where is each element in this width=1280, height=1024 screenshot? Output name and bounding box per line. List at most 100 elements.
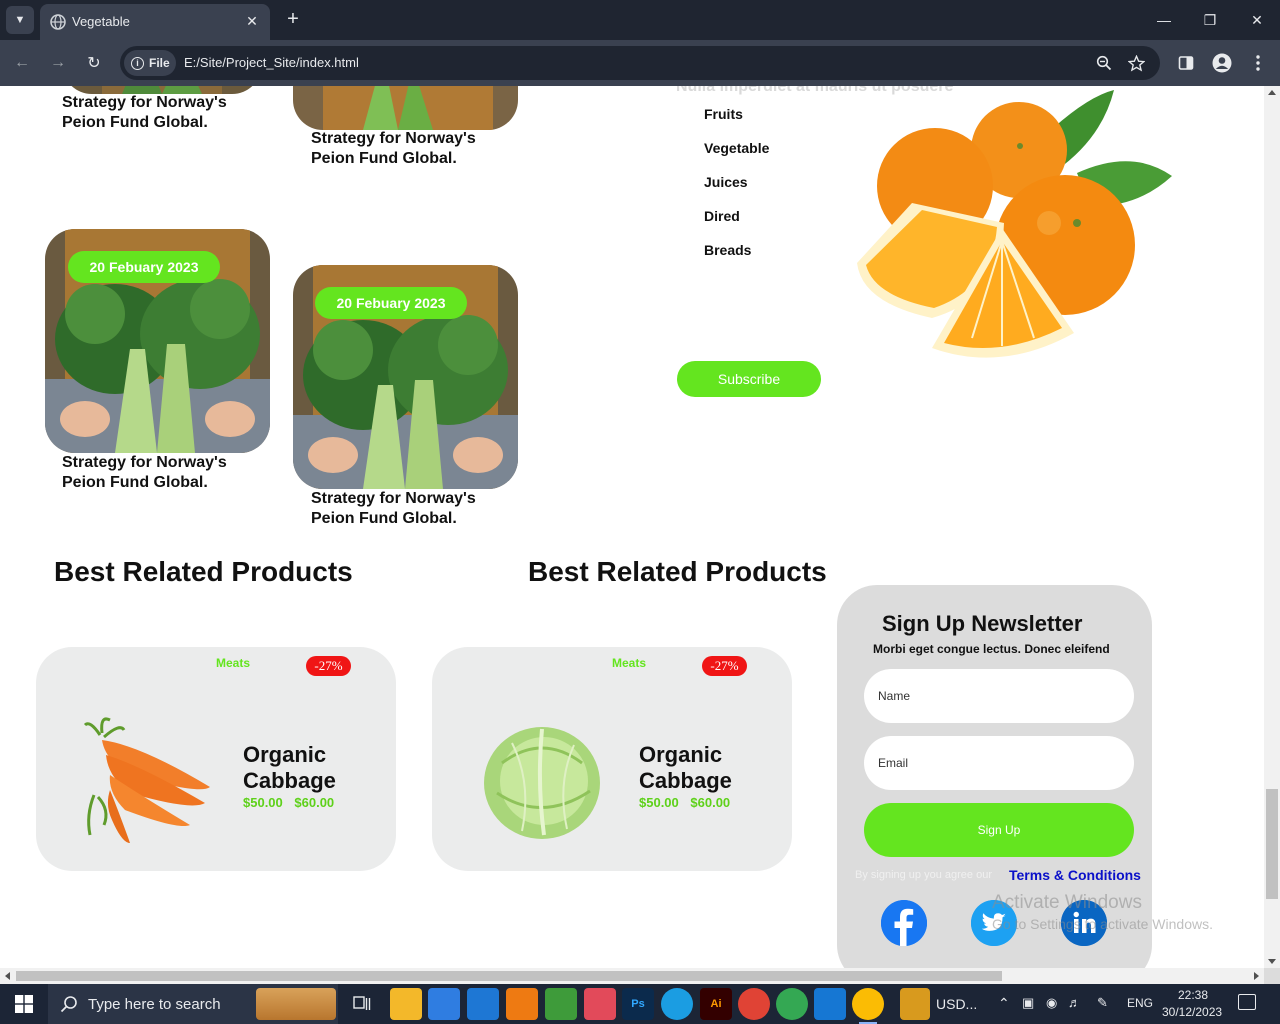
facebook-icon[interactable] (881, 900, 927, 946)
notification-icon[interactable] (1238, 994, 1256, 1010)
category-link-breads[interactable]: Breads (704, 242, 751, 258)
price-new: $50.00 (243, 795, 283, 810)
bookmark-star-icon[interactable] (1126, 53, 1146, 73)
section-title: Best Related Products (54, 556, 353, 587)
clock-time[interactable]: 22:38 (1178, 988, 1208, 1002)
agree-text: By signing up you agree our (855, 869, 992, 881)
vertical-scroll-thumb[interactable] (1266, 789, 1278, 899)
meet-icon[interactable]: ▣ (1022, 995, 1034, 1011)
paint-icon[interactable] (584, 988, 616, 1020)
product-name[interactable]: Organic Cabbage (243, 742, 383, 794)
reload-icon: ↻ (87, 55, 101, 72)
site-chip-label: File (149, 56, 170, 70)
weather-text[interactable]: USD... (936, 996, 977, 1012)
edge-icon[interactable] (661, 988, 693, 1020)
subscribe-button[interactable]: Subscribe (677, 361, 821, 397)
side-panel-icon[interactable] (1175, 52, 1197, 74)
site-info-chip[interactable]: i File (124, 50, 176, 76)
category-link-vegetable[interactable]: Vegetable (704, 140, 769, 156)
page-viewport: Strategy for Norway's Peion Fund Global.… (0, 86, 1264, 968)
oranges-image (857, 90, 1172, 358)
discount-badge: -27% (306, 656, 351, 676)
app-icon[interactable] (545, 988, 577, 1020)
kebab-menu-icon[interactable] (1247, 52, 1269, 74)
minimize-button[interactable]: — (1141, 0, 1187, 40)
arrow-right-icon: → (50, 54, 66, 71)
chrome-icon[interactable] (738, 988, 770, 1020)
category-link-juices[interactable]: Juices (704, 174, 748, 190)
windows-taskbar: Type here to search Ps Ai USD... ⌃ ▣ ◉ ♬… (0, 984, 1280, 1024)
pen-icon[interactable]: ✎ (1097, 995, 1108, 1011)
vlc-icon[interactable] (506, 988, 538, 1020)
tab-search-button[interactable]: ▼ (6, 6, 34, 34)
close-tab-icon[interactable]: ✕ (242, 11, 262, 31)
info-icon: i (131, 56, 144, 70)
product-price: $50.00 $60.00 (639, 795, 738, 810)
windows-logo-icon (15, 995, 33, 1013)
photoshop-icon[interactable]: Ps (622, 988, 654, 1020)
product-category[interactable]: Meats (216, 656, 250, 670)
section-title: Best Related Products (528, 556, 827, 587)
microsoft-store-icon[interactable] (428, 988, 460, 1020)
date-badge: 20 Febuary 2023 (315, 287, 467, 319)
chrome-active-icon[interactable] (852, 988, 884, 1020)
clock-date[interactable]: 30/12/2023 (1162, 1005, 1222, 1019)
profile-avatar-icon[interactable] (1211, 52, 1233, 74)
scroll-up-arrow-icon[interactable] (1268, 90, 1276, 95)
scrollbar-corner (1264, 968, 1280, 984)
discount-badge: -27% (702, 656, 747, 676)
tray-chevron-up-icon[interactable]: ⌃ (998, 995, 1010, 1012)
search-icon (60, 996, 77, 1013)
volume-icon[interactable]: ♬ (1068, 995, 1081, 1010)
file-explorer-icon[interactable] (390, 988, 422, 1020)
blog-caption[interactable]: Strategy for Norway's Peion Fund Global. (62, 93, 272, 133)
illustrator-icon[interactable]: Ai (700, 988, 732, 1020)
task-view-icon[interactable] (346, 988, 378, 1020)
product-name[interactable]: Organic Cabbage (639, 742, 779, 794)
horizontal-scroll-thumb[interactable] (16, 971, 1002, 981)
vertical-scrollbar[interactable] (1264, 86, 1280, 968)
scroll-left-arrow-icon[interactable] (5, 972, 10, 980)
weather-icon[interactable] (900, 988, 930, 1020)
product-card[interactable]: Meats -27% Organic Cabbage $50.00 $60.00 (432, 647, 792, 871)
blog-caption[interactable]: Strategy for Norway's Peion Fund Global. (62, 453, 272, 493)
forward-button[interactable]: → (46, 51, 70, 75)
cabbage-image (484, 727, 600, 839)
blog-caption[interactable]: Strategy for Norway's Peion Fund Global. (311, 129, 521, 169)
blog-image[interactable] (293, 86, 518, 130)
category-link-fruits[interactable]: Fruits (704, 106, 743, 122)
vscode-icon[interactable] (814, 988, 846, 1020)
horizontal-scrollbar[interactable] (0, 968, 1264, 984)
email-input[interactable] (864, 736, 1134, 790)
name-input[interactable] (864, 669, 1134, 723)
restore-button[interactable]: ❐ (1187, 0, 1233, 40)
address-bar[interactable]: i File E:/Site/Project_Site/index.html (120, 46, 1160, 80)
reload-button[interactable]: ↻ (82, 51, 106, 75)
search-highlight-icon[interactable] (256, 988, 336, 1020)
browser-tab[interactable]: Vegetable ✕ (40, 4, 270, 40)
chrome-profile-icon[interactable] (776, 988, 808, 1020)
carrot-image (83, 717, 210, 843)
wifi-icon[interactable]: ◉ (1046, 995, 1057, 1011)
product-card[interactable]: Meats -27% Organic Cabbage $50.00 $60.00 (36, 647, 396, 871)
blog-caption[interactable]: Strategy for Norway's Peion Fund Global. (311, 489, 521, 529)
url-text[interactable]: E:/Site/Project_Site/index.html (184, 55, 359, 70)
scroll-right-arrow-icon[interactable] (1254, 972, 1259, 980)
terms-link[interactable]: Terms & Conditions (1009, 867, 1141, 883)
mail-icon[interactable] (467, 988, 499, 1020)
start-button[interactable] (0, 984, 48, 1024)
language-indicator[interactable]: ENG (1127, 996, 1153, 1010)
newsletter-subtitle: Morbi eget congue lectus. Donec eleifend (873, 642, 1110, 656)
globe-icon (50, 14, 66, 30)
activate-windows-watermark: Activate Windows Go to Settings to activ… (992, 892, 1213, 932)
scroll-down-arrow-icon[interactable] (1268, 959, 1276, 964)
search-placeholder: Type here to search (88, 995, 221, 1013)
close-window-button[interactable]: ✕ (1234, 0, 1280, 40)
category-link-dired[interactable]: Dired (704, 208, 740, 224)
new-tab-button[interactable]: + (282, 8, 304, 30)
sign-up-button[interactable]: Sign Up (864, 803, 1134, 857)
zoom-icon[interactable] (1094, 53, 1114, 73)
back-button[interactable]: ← (10, 51, 34, 75)
product-category[interactable]: Meats (612, 656, 646, 670)
price-new: $50.00 (639, 795, 679, 810)
